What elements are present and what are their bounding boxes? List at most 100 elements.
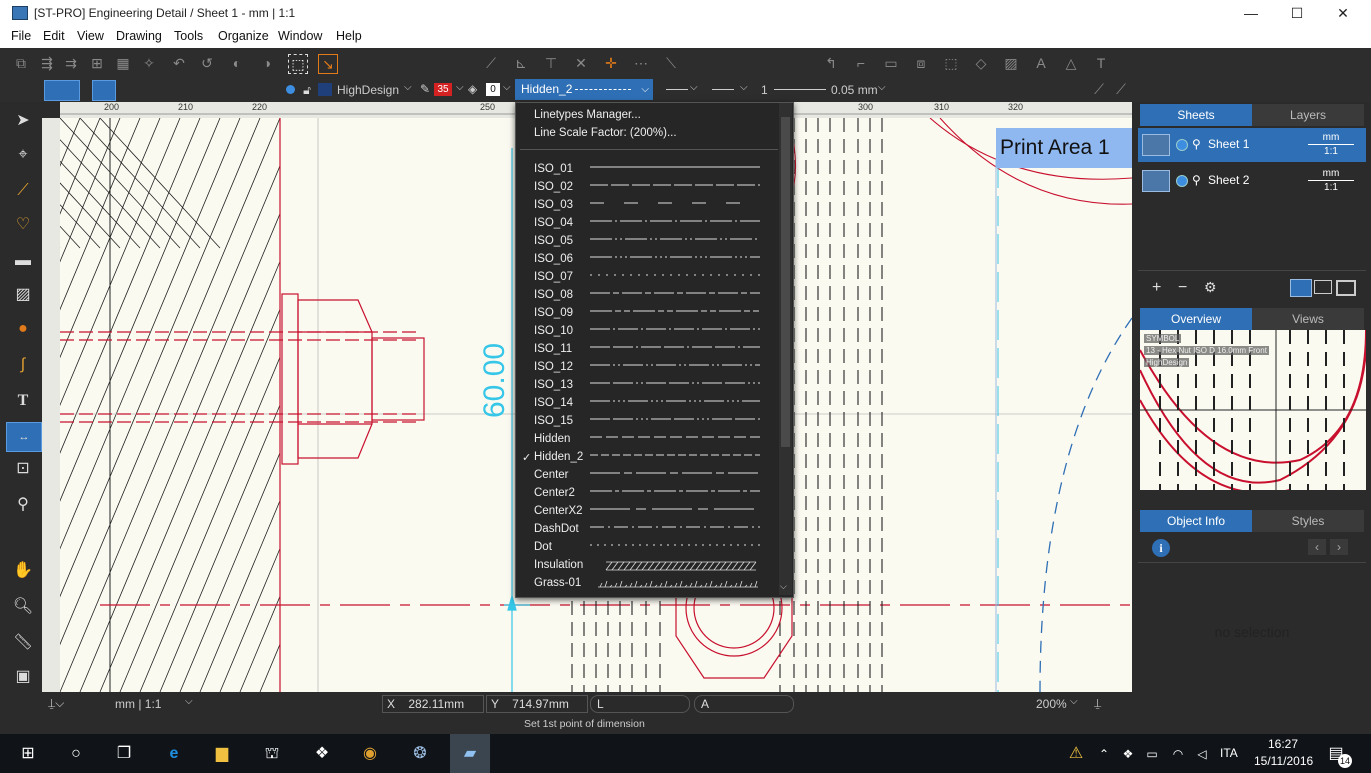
chrome-icon[interactable]: ◉ [358, 742, 382, 766]
symbol-icon[interactable]: △ [1062, 54, 1080, 72]
chamfer-icon[interactable]: ⌐ [852, 54, 870, 72]
sheet-pin-icon[interactable]: ⚲ [1192, 137, 1201, 151]
text-box-icon[interactable]: T [1092, 54, 1110, 72]
hatch-icon[interactable]: ▨ [1002, 54, 1020, 72]
start-icon[interactable]: ⊞ [16, 742, 40, 766]
linetype-item-iso_09[interactable]: ISO_09 [516, 305, 778, 323]
linetype-item-iso_14[interactable]: ISO_14 [516, 395, 778, 413]
pen-tool2-icon[interactable]: ⟋ [1112, 80, 1130, 98]
task-view-icon[interactable]: ❐ [112, 742, 136, 766]
print-area-label[interactable]: Print Area 1 [996, 128, 1132, 168]
circle-icon[interactable]: ● [12, 318, 34, 340]
linetype-item-iso_12[interactable]: ISO_12 [516, 359, 778, 377]
linetype-item-iso_13[interactable]: ISO_13 [516, 377, 778, 395]
rotate-icon[interactable]: ↶ [170, 54, 188, 72]
close-button[interactable]: ✕ [1320, 2, 1366, 24]
line-start-chevron-icon[interactable]: ⌵ [690, 82, 698, 93]
overview-preview[interactable]: SYMBOL 13 - Hex Nut ISO D 16.0mm Front H… [1140, 330, 1366, 490]
dropbox-icon[interactable]: ❖ [310, 742, 334, 766]
sheet-visible-icon[interactable] [1176, 139, 1188, 151]
menu-help[interactable]: Help [336, 29, 362, 43]
pen-tool-icon[interactable]: ⟋ [1090, 80, 1108, 98]
fillet-icon[interactable]: ↰ [822, 54, 840, 72]
line-end-chevron-icon[interactable]: ⌵ [740, 82, 748, 93]
sheet-pin-icon[interactable]: ⚲ [1192, 173, 1201, 187]
layer-chevron-icon[interactable]: ⌵ [404, 82, 412, 93]
linetype-item-iso_05[interactable]: ISO_05 [516, 233, 778, 251]
linetype-item-iso_02[interactable]: ISO_02 [516, 179, 778, 197]
color-index[interactable]: 35 [434, 83, 452, 96]
next-object-button[interactable]: › [1330, 539, 1348, 555]
linetype-select[interactable]: Hidden_2 ⌵ [515, 79, 653, 100]
menu-drawing[interactable]: Drawing [116, 29, 162, 43]
edge-icon[interactable]: e [162, 742, 186, 766]
snap-center-icon[interactable]: ✛ [602, 54, 620, 72]
units-chevron-icon[interactable]: ⌵ [185, 696, 193, 707]
linked-mode-button[interactable] [92, 80, 116, 101]
highdesign-taskbar-icon[interactable]: ▰ [450, 734, 490, 773]
linetype-item-dot[interactable]: Dot [516, 539, 778, 557]
app-tree-icon[interactable]: ❂ [408, 742, 432, 766]
break-icon[interactable]: ◇ [972, 54, 990, 72]
lock-icon[interactable]: 🔓︎ [298, 81, 316, 99]
pin-icon[interactable]: ⍊ [1094, 696, 1101, 711]
tab-styles[interactable]: Styles [1252, 510, 1364, 532]
sheet-visible-icon[interactable] [1176, 175, 1188, 187]
snap-intersect-icon[interactable]: ✕ [572, 54, 590, 72]
layer-name[interactable]: HighDesign [337, 83, 399, 97]
tab-views[interactable]: Views [1252, 308, 1364, 330]
linetype-item-iso_03[interactable]: ISO_03 [516, 197, 778, 215]
linetype-item-iso_15[interactable]: ISO_15 [516, 413, 778, 431]
linetype-item-centerx2[interactable]: CenterX2 [516, 503, 778, 521]
line-start-style[interactable] [666, 89, 688, 90]
length-field[interactable]: L [590, 695, 690, 713]
remove-sheet-button[interactable]: − [1178, 279, 1187, 297]
menu-view[interactable]: View [77, 29, 104, 43]
clock-date[interactable]: 15/11/2016 [1254, 754, 1313, 768]
scroll-down-icon[interactable]: ⌵ [780, 581, 787, 592]
line-width-value[interactable]: 0.05 mm [831, 83, 878, 97]
polyline-icon[interactable]: ♡ [12, 214, 34, 236]
menu-tools[interactable]: Tools [174, 29, 203, 43]
linetype-item-iso_04[interactable]: ISO_04 [516, 215, 778, 233]
tray-expand-icon[interactable]: ⌃ [1092, 742, 1116, 766]
zoom-chevron-icon[interactable]: ⌵ [1070, 696, 1078, 707]
prev-object-button[interactable]: ‹ [1308, 539, 1326, 555]
select-area-icon[interactable]: ⬚ [288, 54, 308, 74]
warning-icon[interactable]: ⚠ [1064, 742, 1088, 766]
rotate-angle-icon[interactable]: ↺ [198, 54, 216, 72]
linetype-item-iso_06[interactable]: ISO_06 [516, 251, 778, 269]
linetype-item-dashdot[interactable]: DashDot [516, 521, 778, 539]
select-arrow-icon[interactable]: ➤ [12, 110, 34, 132]
linetype-item-iso_07[interactable]: ISO_07 [516, 269, 778, 287]
text-tool-icon[interactable]: T [12, 390, 34, 412]
linetypes-manager-item[interactable]: Linetypes Manager... [534, 109, 641, 121]
linetype-item-center2[interactable]: Center2 [516, 485, 778, 503]
stack-icon[interactable]: ▦ [114, 54, 132, 72]
layer-visible-icon[interactable] [286, 85, 295, 94]
furniture-icon[interactable]: ⚲ [12, 494, 34, 516]
menu-edit[interactable]: Edit [43, 29, 65, 43]
multi-copy-icon[interactable]: ⊞ [88, 54, 106, 72]
linetype-item-insulation[interactable]: Insulation [516, 557, 778, 575]
pen-value[interactable]: 0 [486, 83, 500, 96]
line-scale-factor-item[interactable]: Line Scale Factor: (200%)... [534, 127, 677, 139]
linetype-item-grass-01[interactable]: Grass-01 [516, 575, 778, 593]
snap-perp-icon[interactable]: ⊾ [512, 54, 530, 72]
linetype-item-iso_01[interactable]: ISO_01 [516, 161, 778, 179]
x-coordinate-field[interactable]: X 282.11mm [382, 695, 484, 713]
view-mode-1-icon[interactable] [1290, 279, 1312, 297]
copy-array-icon[interactable]: ⧉ [12, 54, 30, 72]
linetype-item-hidden_2[interactable]: ✓ Hidden_2 [516, 449, 778, 467]
angle-field[interactable]: A [694, 695, 794, 713]
tab-object-info[interactable]: Object Info [1140, 510, 1252, 532]
wifi-icon[interactable]: ◠ [1166, 742, 1190, 766]
maximize-button[interactable]: ☐ [1274, 2, 1320, 24]
tab-sheets[interactable]: Sheets [1140, 104, 1252, 126]
mirror-copy-icon[interactable]: ⇉ [62, 54, 80, 72]
linetype-item-iso_10[interactable]: ISO_10 [516, 323, 778, 341]
language-indicator[interactable]: ITA [1220, 746, 1238, 760]
line-scale-value[interactable]: 1 [761, 83, 768, 97]
zoom-icon[interactable]: 🔍︎ [12, 596, 34, 618]
flip-vertical-icon[interactable]: ◑ [258, 54, 276, 72]
